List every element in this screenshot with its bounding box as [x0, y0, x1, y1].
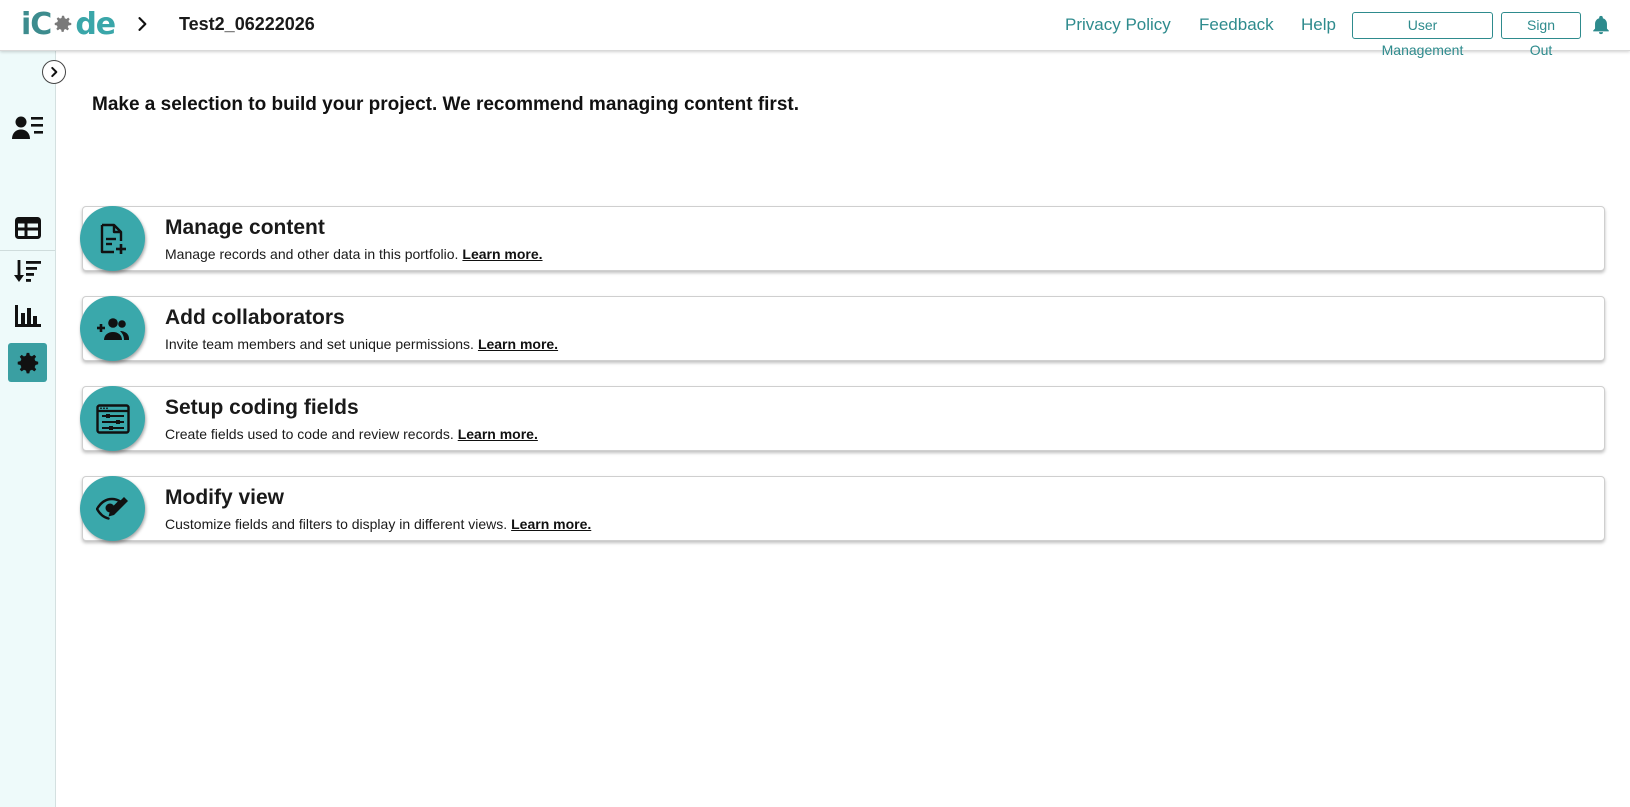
- learn-more-link[interactable]: Learn more.: [511, 516, 591, 532]
- card-icon-circle: [80, 386, 145, 451]
- sidebar-expand-button[interactable]: [42, 60, 66, 84]
- card-description-text: Manage records and other data in this po…: [165, 246, 459, 262]
- help-link[interactable]: Help: [1301, 15, 1336, 35]
- sort-icon[interactable]: [11, 254, 45, 288]
- modify-view-card[interactable]: Modify view Customize fields and filters…: [80, 476, 1605, 541]
- sidebar: [0, 51, 56, 807]
- privacy-policy-link[interactable]: Privacy Policy: [1065, 15, 1171, 35]
- chevron-right-icon: [138, 17, 147, 31]
- sidebar-divider: [0, 250, 55, 251]
- card-title: Add collaborators: [165, 306, 345, 329]
- card-title: Setup coding fields: [165, 396, 359, 419]
- card-description-text: Create fields used to code and review re…: [165, 426, 454, 442]
- file-add-icon: [100, 223, 126, 254]
- manage-content-card[interactable]: Manage content Manage records and other …: [80, 206, 1605, 271]
- icode-logo[interactable]: iC de: [21, 6, 116, 42]
- card-icon-circle: [80, 476, 145, 541]
- eye-edit-icon: [95, 496, 128, 520]
- card-description: Create fields used to code and review re…: [165, 426, 538, 442]
- add-group-icon: [96, 317, 129, 340]
- bell-icon[interactable]: [1590, 14, 1612, 36]
- card-description: Invite team members and set unique permi…: [165, 336, 558, 352]
- card-description-text: Customize fields and filters to display …: [165, 516, 508, 532]
- intro-text: Make a selection to build your project. …: [92, 94, 799, 115]
- feedback-link[interactable]: Feedback: [1199, 15, 1274, 35]
- add-collaborators-card[interactable]: Add collaborators Invite team members an…: [80, 296, 1605, 361]
- form-sliders-icon: [95, 403, 130, 434]
- learn-more-link[interactable]: Learn more.: [462, 246, 542, 262]
- bar-chart-icon[interactable]: [11, 299, 45, 333]
- learn-more-link[interactable]: Learn more.: [458, 426, 538, 442]
- card-icon-circle: [80, 206, 145, 271]
- project-title: Test2_06222026: [179, 14, 315, 34]
- card-title: Modify view: [165, 486, 285, 509]
- user-list-icon[interactable]: [11, 111, 45, 145]
- card-description-text: Invite team members and set unique permi…: [165, 336, 474, 352]
- table-icon[interactable]: [11, 211, 45, 245]
- card-description: Manage records and other data in this po…: [165, 246, 543, 262]
- setup-coding-fields-card[interactable]: Setup coding fields Create fields used t…: [80, 386, 1605, 451]
- learn-more-link[interactable]: Learn more.: [478, 336, 558, 352]
- card-title: Manage content: [165, 216, 325, 239]
- chevron-right-icon: [51, 66, 58, 78]
- settings-icon[interactable]: [8, 343, 47, 382]
- card-icon-circle: [80, 296, 145, 361]
- user-management-button[interactable]: User Management: [1352, 12, 1493, 58]
- sign-out-button[interactable]: Sign Out: [1501, 12, 1581, 58]
- logo-gear-icon: [55, 15, 72, 32]
- top-bar: iC de Test2_06222026 Privacy Policy Feed…: [0, 0, 1630, 58]
- card-description: Customize fields and filters to display …: [165, 516, 591, 532]
